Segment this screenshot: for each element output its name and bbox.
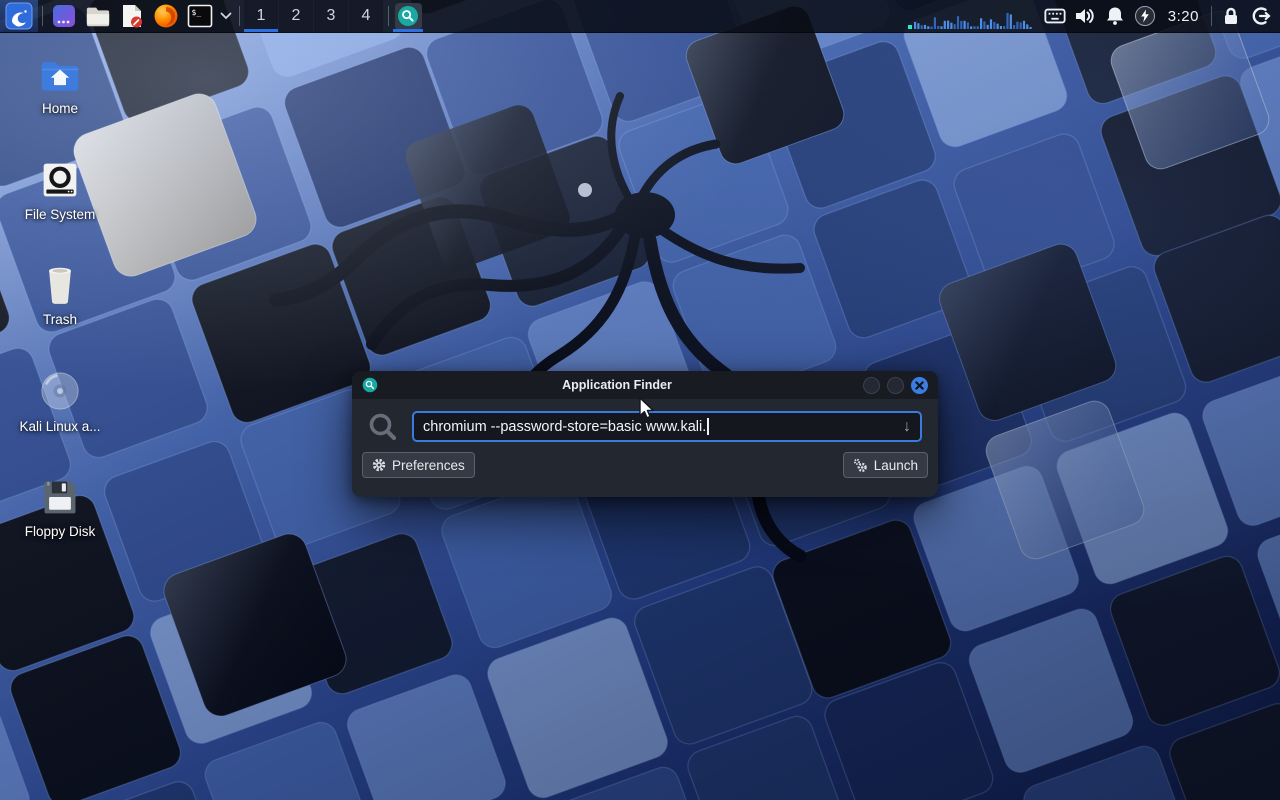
- panel-separator: [42, 6, 43, 26]
- panel-separator: [239, 6, 240, 26]
- close-icon: [915, 381, 924, 390]
- workspace-button-4[interactable]: 4: [349, 0, 383, 32]
- command-input[interactable]: chromium --password-store=basic www.kali…: [412, 411, 922, 442]
- svg-text:$_: $_: [192, 8, 202, 17]
- volume-control[interactable]: [1070, 0, 1100, 32]
- desktop-icon-floppy-disk[interactable]: Floppy Disk: [12, 477, 108, 539]
- text-editor-icon: [120, 3, 144, 29]
- firefox-icon: [153, 3, 179, 29]
- home-folder-icon: [38, 56, 82, 94]
- launcher-desktop-app[interactable]: [47, 0, 81, 32]
- power-manager[interactable]: [1130, 0, 1160, 32]
- close-button[interactable]: [911, 377, 928, 394]
- workspace-label: 1: [257, 7, 266, 25]
- floppy-disk-icon: [40, 477, 80, 517]
- cpu-graph: [906, 0, 1034, 32]
- bell-icon: [1105, 6, 1125, 26]
- launcher-text-editor[interactable]: [115, 0, 149, 32]
- panel-separator: [1211, 6, 1212, 26]
- cpu-graph-icon: [906, 2, 1034, 32]
- applications-menu-button[interactable]: [0, 0, 38, 32]
- app-finder-icon: [397, 5, 419, 27]
- system-tray: 3:20: [906, 0, 1280, 32]
- launcher-file-manager[interactable]: [81, 0, 115, 32]
- text-caret: [707, 418, 709, 435]
- application-finder-window: Application Finder chromium --password-s…: [352, 371, 938, 497]
- launcher-firefox[interactable]: [149, 0, 183, 32]
- clock[interactable]: 3:20: [1160, 8, 1207, 25]
- minimize-button[interactable]: [863, 377, 880, 394]
- trash-icon: [41, 265, 79, 305]
- gear-icon: [372, 458, 386, 472]
- workspace-label: 4: [362, 7, 371, 25]
- desktop-icon-home[interactable]: Home: [12, 56, 108, 116]
- terminal-icon: $_: [187, 4, 213, 28]
- execute-gears-icon: [853, 458, 868, 473]
- preferences-button[interactable]: Preferences: [362, 452, 475, 478]
- workspace-label: 3: [327, 7, 336, 25]
- keyboard-indicator[interactable]: [1040, 0, 1070, 32]
- panel-separator: [388, 6, 389, 26]
- launch-button[interactable]: Launch: [843, 452, 928, 478]
- desktop-icon-kali-linux[interactable]: Kali Linux a...: [12, 370, 108, 434]
- logout-button[interactable]: [1246, 0, 1276, 32]
- top-panel: $_ 1 2 3 4: [0, 0, 1280, 33]
- launcher-terminal[interactable]: $_: [183, 0, 217, 32]
- logout-icon: [1251, 6, 1271, 26]
- window-title: Application Finder: [378, 378, 856, 392]
- keyboard-icon: [1044, 7, 1066, 25]
- command-text: chromium --password-store=basic www.kali…: [423, 419, 706, 435]
- taskbar-app-finder-button[interactable]: [393, 0, 423, 32]
- preferences-label: Preferences: [392, 458, 465, 473]
- desktop-icon-label: Floppy Disk: [25, 524, 96, 539]
- lock-screen-button[interactable]: [1216, 0, 1246, 32]
- cd-disc-icon: [39, 370, 81, 412]
- workspace-button-3[interactable]: 3: [314, 0, 348, 32]
- workspace-button-1[interactable]: 1: [244, 0, 278, 32]
- desktop-icon-label: File System: [25, 207, 96, 222]
- search-icon: [368, 412, 398, 442]
- app-finder-window-icon: [362, 377, 378, 393]
- desktop-icon-label: Kali Linux a...: [19, 419, 100, 434]
- desktop-app-icon: [51, 3, 77, 29]
- desktop-icon-label: Trash: [43, 312, 77, 327]
- desktop-icon-label: Home: [42, 101, 78, 116]
- launch-label: Launch: [874, 458, 918, 473]
- desktop-icon-trash[interactable]: Trash: [12, 265, 108, 327]
- power-battery-icon: [1134, 5, 1156, 27]
- kali-menu-icon: [5, 2, 33, 30]
- maximize-button[interactable]: [887, 377, 904, 394]
- workspace-button-2[interactable]: 2: [279, 0, 313, 32]
- dropdown-arrow-icon[interactable]: ↓: [903, 418, 911, 436]
- desktop: Home File System Trash Kali Linux a...: [0, 0, 1280, 800]
- hard-drive-icon: [40, 160, 80, 200]
- volume-icon: [1074, 6, 1096, 26]
- launcher-dropdown-button[interactable]: [217, 0, 235, 32]
- titlebar[interactable]: Application Finder: [352, 371, 938, 399]
- desktop-icon-file-system[interactable]: File System: [12, 160, 108, 222]
- mouse-cursor: [638, 397, 658, 421]
- workspace-label: 2: [292, 7, 301, 25]
- chevron-down-icon: [220, 12, 232, 20]
- lock-icon: [1222, 6, 1240, 26]
- file-manager-icon: [85, 4, 111, 28]
- notifications[interactable]: [1100, 0, 1130, 32]
